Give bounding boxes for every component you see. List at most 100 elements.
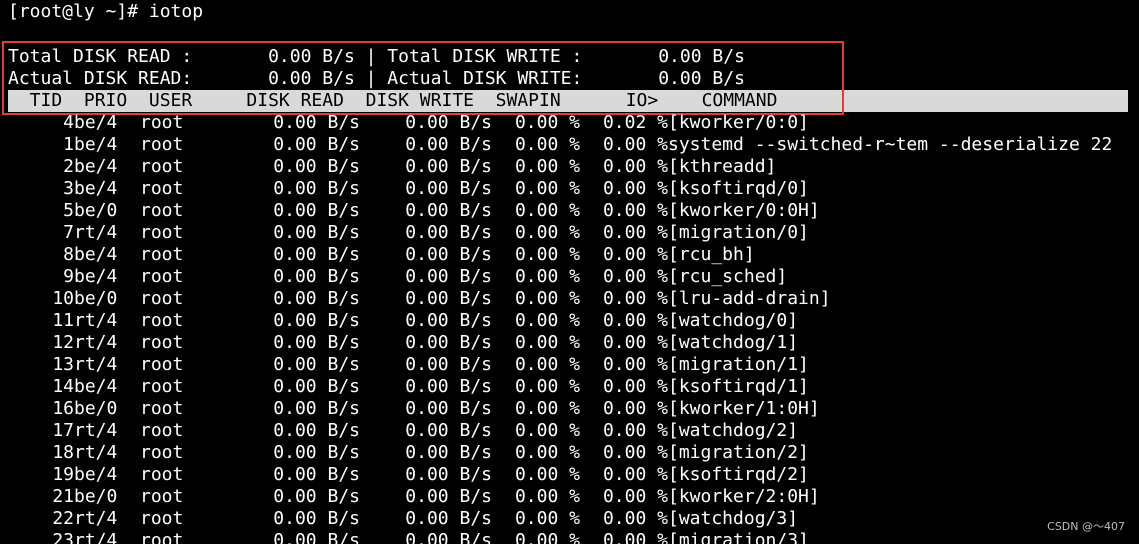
process-row: 10be/0 root 0.00 B/s 0.00 B/s 0.00 % 0.00 %[l… — [0, 288, 1139, 310]
process-row: 1be/4 root 0.00 B/s 0.00 B/s 0.00 % 0.00 %sys… — [0, 134, 1139, 156]
user-cell: root — [140, 486, 184, 507]
command-cell: [ksoftirqd/2] — [668, 464, 809, 485]
swapin-cell: 0.00 % — [514, 310, 580, 331]
swapin-cell: 0.00 % — [514, 332, 580, 353]
command-cell: [kworker/1:0H] — [668, 398, 820, 419]
tid-cell: 22 — [52, 508, 74, 529]
process-row: 22rt/4 root 0.00 B/s 0.00 B/s 0.00 % 0.00 %[w… — [0, 508, 1139, 530]
disk-read-cell: 0.00 B/s — [273, 398, 360, 419]
command-cell: [kworker/2:0H] — [668, 486, 820, 507]
command-cell: [rcu_sched] — [668, 266, 788, 287]
command-cell: [migration/2] — [668, 442, 809, 463]
tid-cell: 21 — [52, 486, 74, 507]
disk-write-cell: 0.00 B/s — [405, 200, 492, 221]
io-cell: 0.00 % — [602, 288, 668, 309]
io-cell: 0.00 % — [602, 134, 668, 155]
prio-cell: be/4 — [74, 464, 118, 485]
user-cell: root — [140, 200, 184, 221]
disk-read-cell: 0.00 B/s — [273, 156, 360, 177]
swapin-cell: 0.00 % — [514, 200, 580, 221]
disk-read-cell: 0.00 B/s — [273, 266, 360, 287]
process-row: 12rt/4 root 0.00 B/s 0.00 B/s 0.00 % 0.00 %[w… — [0, 332, 1139, 354]
disk-write-cell: 0.00 B/s — [405, 178, 492, 199]
prio-cell: be/4 — [74, 244, 118, 265]
io-cell: 0.02 % — [602, 112, 668, 133]
command-cell: [lru-add-drain] — [668, 288, 831, 309]
process-row: 2be/4 root 0.00 B/s 0.00 B/s 0.00 % 0.00 %[kt… — [0, 156, 1139, 178]
disk-write-cell: 0.00 B/s — [405, 222, 492, 243]
tid-cell: 7 — [63, 222, 74, 243]
disk-write-cell: 0.00 B/s — [405, 332, 492, 353]
swapin-cell: 0.00 % — [514, 288, 580, 309]
user-cell: root — [140, 376, 184, 397]
user-cell: root — [140, 288, 184, 309]
swapin-cell: 0.00 % — [514, 376, 580, 397]
command-cell: [kworker/0:0] — [668, 112, 809, 133]
disk-read-cell: 0.00 B/s — [273, 134, 360, 155]
process-row: 4be/4 root 0.00 B/s 0.00 B/s 0.00 % 0.02 %[kw… — [0, 112, 1139, 134]
process-row: 17rt/4 root 0.00 B/s 0.00 B/s 0.00 % 0.00 %[w… — [0, 420, 1139, 442]
disk-write-cell: 0.00 B/s — [405, 486, 492, 507]
user-cell: root — [140, 442, 184, 463]
tid-cell: 3 — [63, 178, 74, 199]
process-row: 18rt/4 root 0.00 B/s 0.00 B/s 0.00 % 0.00 %[m… — [0, 442, 1139, 464]
io-cell: 0.00 % — [602, 486, 668, 507]
process-row: 23rt/4 root 0.00 B/s 0.00 B/s 0.00 % 0.00 %[m… — [0, 530, 1139, 544]
disk-write-cell: 0.00 B/s — [405, 376, 492, 397]
disk-read-cell: 0.00 B/s — [273, 200, 360, 221]
total-disk-io-summary: Total DISK READ : 0.00 B/s | Total DISK … — [8, 46, 745, 67]
tid-cell: 16 — [52, 398, 74, 419]
disk-write-cell: 0.00 B/s — [405, 464, 492, 485]
swapin-cell: 0.00 % — [514, 530, 580, 544]
disk-read-cell: 0.00 B/s — [273, 244, 360, 265]
disk-write-cell: 0.00 B/s — [405, 310, 492, 331]
tid-cell: 12 — [52, 332, 74, 353]
tid-cell: 1 — [63, 134, 74, 155]
swapin-cell: 0.00 % — [514, 464, 580, 485]
column-header-row: TID PRIO USER DISK READ DISK WRITE SWAPI… — [8, 90, 778, 111]
command-cell: [kworker/0:0H] — [668, 200, 820, 221]
tid-cell: 23 — [52, 530, 74, 544]
prio-cell: be/4 — [74, 266, 118, 287]
process-row: 3be/4 root 0.00 B/s 0.00 B/s 0.00 % 0.00 %[ks… — [0, 178, 1139, 200]
disk-read-cell: 0.00 B/s — [273, 112, 360, 133]
disk-read-cell: 0.00 B/s — [273, 332, 360, 353]
io-cell: 0.00 % — [602, 222, 668, 243]
swapin-cell: 0.00 % — [514, 112, 580, 133]
io-cell: 0.00 % — [602, 442, 668, 463]
tid-cell: 4 — [63, 112, 74, 133]
process-row: 21be/0 root 0.00 B/s 0.00 B/s 0.00 % 0.00 %[k… — [0, 486, 1139, 508]
command-cell: [rcu_bh] — [668, 244, 755, 265]
terminal-window[interactable]: [root@ly ~]# iotop Total DISK READ : 0.0… — [0, 0, 1139, 544]
user-cell: root — [140, 112, 184, 133]
process-row: 7rt/4 root 0.00 B/s 0.00 B/s 0.00 % 0.00 %[mi… — [0, 222, 1139, 244]
prio-cell: be/0 — [74, 398, 118, 419]
disk-write-cell: 0.00 B/s — [405, 398, 492, 419]
actual-disk-io-summary: Actual DISK READ: 0.00 B/s | Actual DISK… — [8, 68, 745, 89]
disk-read-cell: 0.00 B/s — [273, 464, 360, 485]
tid-cell: 13 — [52, 354, 74, 375]
prio-cell: be/4 — [74, 112, 118, 133]
disk-write-cell: 0.00 B/s — [405, 354, 492, 375]
user-cell: root — [140, 398, 184, 419]
prio-cell: rt/4 — [74, 442, 118, 463]
swapin-cell: 0.00 % — [514, 508, 580, 529]
disk-read-cell: 0.00 B/s — [273, 310, 360, 331]
io-cell: 0.00 % — [602, 200, 668, 221]
user-cell: root — [140, 156, 184, 177]
user-cell: root — [140, 178, 184, 199]
command-cell: [watchdog/0] — [668, 310, 799, 331]
tid-cell: 11 — [52, 310, 74, 331]
prio-cell: be/0 — [74, 288, 118, 309]
swapin-cell: 0.00 % — [514, 222, 580, 243]
disk-read-cell: 0.00 B/s — [273, 178, 360, 199]
disk-read-cell: 0.00 B/s — [273, 530, 360, 544]
shell-prompt-line: [root@ly ~]# iotop — [8, 1, 204, 22]
process-row: 11rt/4 root 0.00 B/s 0.00 B/s 0.00 % 0.00 %[w… — [0, 310, 1139, 332]
disk-read-cell: 0.00 B/s — [273, 222, 360, 243]
command-cell: [migration/1] — [668, 354, 809, 375]
io-cell: 0.00 % — [602, 266, 668, 287]
tid-cell: 5 — [63, 200, 74, 221]
user-cell: root — [140, 134, 184, 155]
prio-cell: be/4 — [74, 156, 118, 177]
